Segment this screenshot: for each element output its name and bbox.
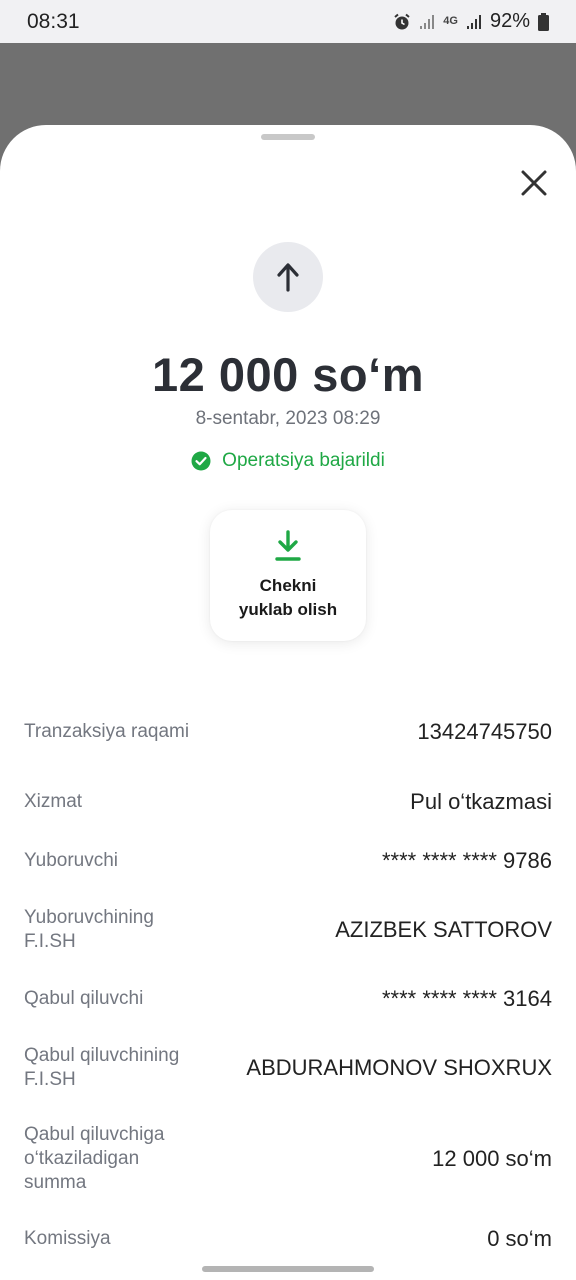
detail-row-sender-name: Yuboruvchining F.I.SH AZIZBEK SATTOROV <box>24 905 552 955</box>
detail-value: Pul o‘tkazmasi <box>410 789 552 814</box>
alarm-icon <box>394 13 410 29</box>
detail-label: Qabul qiluvchiga o‘tkaziladigan summa <box>24 1124 165 1193</box>
transaction-amount: 12 000 so‘m <box>151 348 424 401</box>
detail-row-recipient-name: Qabul qiluvchining F.I.SH ABDURAHMONOV S… <box>24 1043 552 1093</box>
drag-handle[interactable] <box>261 134 315 140</box>
arrow-up-icon <box>277 263 299 292</box>
status-badge: Operatsiya bajarildi <box>0 450 576 472</box>
signal-icon <box>420 14 435 29</box>
transaction-date: 8-sentabr, 2023 08:29 <box>195 408 381 429</box>
status-time: 08:31 <box>27 9 80 33</box>
detail-row-recipient: Qabul qiluvchi **** **** **** 3164 <box>24 986 552 1012</box>
detail-value: ABDURAHMONOV SHOXRUX <box>246 1055 552 1080</box>
battery-icon <box>538 12 549 31</box>
download-icon <box>275 530 301 561</box>
detail-label: Xizmat <box>24 791 83 812</box>
detail-value: **** **** **** 9786 <box>381 848 552 873</box>
close-icon <box>521 170 547 196</box>
detail-label: Qabul qiluvchi <box>24 988 144 1009</box>
home-indicator[interactable] <box>202 1266 374 1272</box>
signal-icon <box>466 14 481 29</box>
detail-label: Yuboruvchining F.I.SH <box>24 907 154 952</box>
status-text: Operatsiya bajarildi <box>222 450 385 471</box>
detail-label: Yuboruvchi <box>24 850 119 871</box>
detail-value: 0 so‘m <box>487 1226 552 1251</box>
status-icons: 4G 92% <box>393 10 549 33</box>
detail-row-sender: Yuboruvchi **** **** **** 9786 <box>24 848 552 874</box>
4g-icon: 4G <box>443 15 458 27</box>
detail-row-transaction-id: Tranzaksiya raqami 13424745750 <box>24 707 552 757</box>
close-button[interactable] <box>516 165 552 201</box>
detail-value: **** **** **** 3164 <box>381 986 552 1011</box>
battery-percent: 92% <box>489 10 530 32</box>
detail-row-commission: Komissiya 0 so‘m <box>24 1226 552 1252</box>
download-receipt-label: Chekni yuklab olish <box>238 576 338 619</box>
download-receipt-button[interactable]: Chekni yuklab olish <box>210 510 366 641</box>
detail-row-transfer-amount: Qabul qiluvchiga o‘tkaziladigan summa 12… <box>24 1122 552 1196</box>
detail-label: Komissiya <box>24 1228 111 1249</box>
transaction-type-badge <box>253 242 323 312</box>
detail-value: 12 000 so‘m <box>432 1146 552 1171</box>
detail-label: Qabul qiluvchining F.I.SH <box>24 1045 180 1090</box>
detail-value: 13424745750 <box>417 719 552 744</box>
detail-row-service: Xizmat Pul o‘tkazmasi <box>24 789 552 815</box>
detail-value: AZIZBEK SATTOROV <box>335 917 552 942</box>
status-bar: 08:31 4G 92% <box>0 0 576 43</box>
check-circle-icon <box>191 451 211 471</box>
transaction-sheet: 12 000 so‘m 8-sentabr, 2023 08:29 Operat… <box>0 125 576 1280</box>
detail-label: Tranzaksiya raqami <box>24 721 190 742</box>
